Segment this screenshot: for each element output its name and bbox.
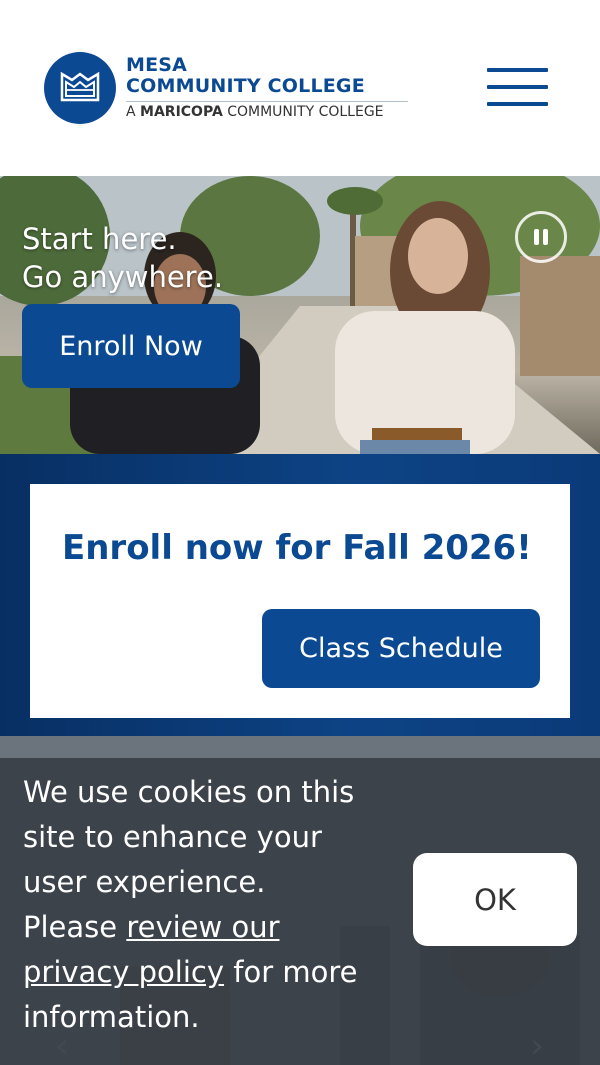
class-schedule-button[interactable]: Class Schedule <box>262 609 540 688</box>
promo-section: Enroll now for Fall 2026! Class Schedule <box>0 454 600 736</box>
logo-tagline-suffix: COMMUNITY COLLEGE <box>222 104 384 120</box>
cookie-banner: We use cookies on this site to enhance y… <box>0 758 600 1065</box>
logo-tagline: A MARICOPA COMMUNITY COLLEGE <box>126 104 408 121</box>
logo-tagline-prefix: A <box>126 104 141 120</box>
hamburger-menu-icon[interactable] <box>487 68 548 108</box>
cookie-message: We use cookies on this site to enhance y… <box>23 770 363 1040</box>
hero-headline-line1: Start here. <box>22 222 177 256</box>
site-header: MESA COMMUNITY COLLEGE A MARICOPA COMMUN… <box>0 0 600 176</box>
promo-card: Enroll now for Fall 2026! Class Schedule <box>30 484 570 718</box>
hero-banner: Start here. Go anywhere. Enroll Now <box>0 176 600 454</box>
logo-line-mesa: MESA <box>126 54 188 76</box>
logo-line-community-college: COMMUNITY COLLEGE <box>126 75 365 97</box>
pause-icon[interactable] <box>515 211 567 263</box>
hero-headline-line2: Go anywhere. <box>22 260 224 294</box>
college-seal-icon <box>44 52 116 124</box>
logo-tagline-bold: MARICOPA <box>140 104 223 120</box>
enroll-now-button[interactable]: Enroll Now <box>22 304 240 388</box>
cookie-ok-button[interactable]: OK <box>413 853 577 946</box>
hero-headline: Start here. Go anywhere. <box>22 220 223 296</box>
college-logo[interactable]: MESA COMMUNITY COLLEGE A MARICOPA COMMUN… <box>44 52 408 124</box>
logo-divider <box>126 101 408 102</box>
promo-title: Enroll now for Fall 2026! <box>62 528 532 568</box>
